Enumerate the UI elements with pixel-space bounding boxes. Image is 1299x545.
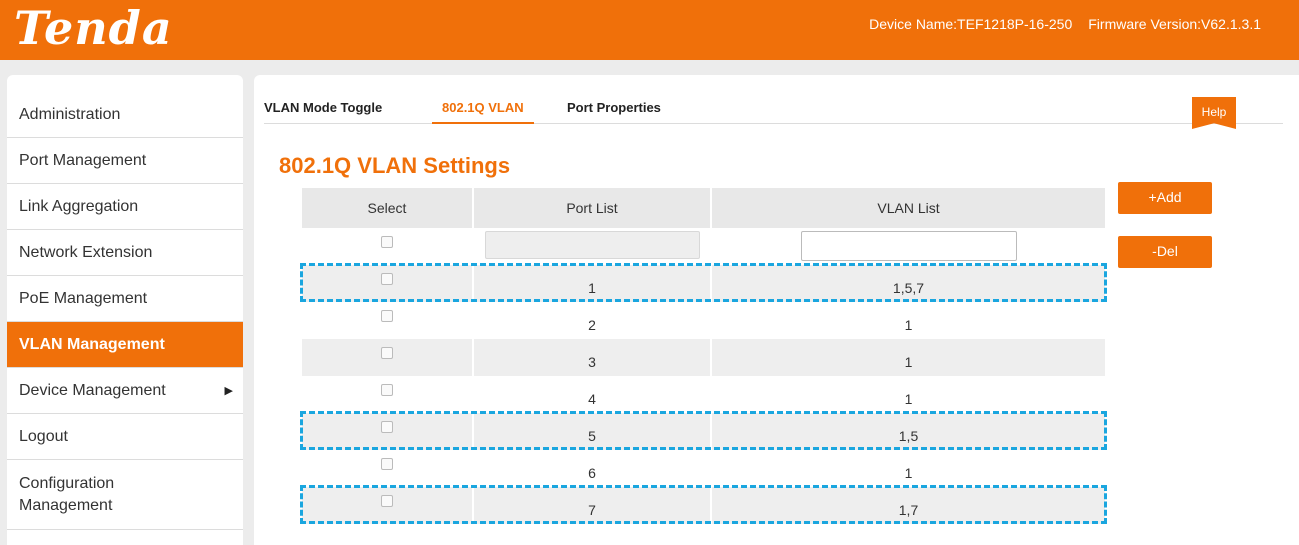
port-list-input[interactable] [484,230,700,259]
sidebar-item-label: VLAN Management [19,335,165,353]
column-header-port-list: Port List [472,188,711,228]
table-row: 1 1,5,7 [302,265,1105,302]
sidebar-item-label: Device Management [19,381,166,399]
sidebar-item-link-aggregation[interactable]: Link Aggregation [7,184,243,230]
page-title: 802.1Q VLAN Settings [279,153,511,178]
sidebar-item-network-extension[interactable]: Network Extension [7,230,243,276]
sidebar-nav: Administration Port Management Link Aggr… [7,75,243,545]
tenda-logo: Tenda [14,1,173,55]
port-cell: 2 [588,316,596,333]
sidebar-item-administration[interactable]: Administration [7,75,243,138]
vlan-cell: 1 [904,316,913,333]
table-row: 7 1,7 [302,487,1105,524]
row-checkbox[interactable] [381,383,393,396]
vlan-cell: 1 [904,353,913,370]
sidebar-item-label: Logout [19,427,68,445]
table-row: 5 1,5 [302,413,1105,450]
device-name: Device Name:TEF1218P-16-250 [869,16,1073,32]
table-row: 4 1 [302,376,1105,413]
add-button[interactable]: +Add [1118,182,1212,214]
table-header-row: Select Port List VLAN List [302,188,1105,228]
row-checkbox[interactable] [381,309,393,322]
sidebar-item-label: Network Extension [19,243,153,261]
row-checkbox[interactable] [381,457,393,470]
tab-802-1q-vlan[interactable]: 802.1Q VLAN [432,99,534,124]
new-entry-row [302,228,1105,265]
table-row: 2 1 [302,302,1105,339]
vlan-cell: 1,5,7 [892,279,925,296]
sidebar-item-configuration-management[interactable]: Configuration Management [7,460,243,530]
row-checkbox[interactable] [381,272,393,285]
sidebar-item-vlan-management[interactable]: VLAN Management [7,322,243,368]
tab-bar: VLAN Mode Toggle 802.1Q VLAN Port Proper… [264,97,1283,129]
help-button[interactable]: Help [1192,97,1236,129]
delete-button[interactable]: -Del [1118,236,1212,268]
vlan-cell: 1 [904,390,913,407]
row-checkbox[interactable] [381,420,393,433]
sidebar-item-device-management[interactable]: Device Management ▶ [7,368,243,414]
sidebar-item-label: Link Aggregation [19,197,139,215]
main-panel: VLAN Mode Toggle 802.1Q VLAN Port Proper… [254,75,1299,545]
tab-port-properties[interactable]: Port Properties [567,99,661,122]
sidebar-item-label: Administration [19,105,121,123]
port-cell: 3 [588,353,596,370]
vlan-cell: 1,7 [898,501,919,518]
vlan-cell: 1,5 [898,427,919,444]
port-cell: 5 [588,427,596,444]
sidebar-item-logout[interactable]: Logout [7,414,243,460]
column-header-vlan-list: VLAN List [710,188,1105,228]
port-cell: 6 [588,464,596,481]
device-info: Device Name:TEF1218P-16-250 Firmware Vers… [869,16,1261,32]
table-row: 3 1 [302,339,1105,376]
vlan-list-input[interactable] [800,230,1017,261]
triangle-right-icon: ▶ [224,385,233,397]
sidebar-item-label: Port Management [19,151,147,169]
vlan-table: Select Port List VLAN List 1 1,5,7 2 1 3… [302,188,1105,524]
firmware-version: Firmware Version:V62.1.3.1 [1088,16,1261,32]
port-cell: 1 [588,279,596,296]
vlan-cell: 1 [904,464,913,481]
sidebar-item-poe-management[interactable]: PoE Management [7,276,243,322]
row-checkbox[interactable] [381,494,393,507]
row-checkbox[interactable] [381,346,393,359]
new-entry-checkbox[interactable] [381,235,393,248]
port-cell: 4 [588,390,596,407]
port-cell: 7 [588,501,596,518]
tab-vlan-mode-toggle[interactable]: VLAN Mode Toggle [264,99,382,122]
sidebar-item-label: PoE Management [19,289,148,307]
table-row: 6 1 [302,450,1105,487]
sidebar-item-label: Configuration Management [19,474,115,514]
top-header: Tenda Device Name:TEF1218P-16-250 Firmwar… [0,0,1299,60]
column-header-select: Select [302,188,473,228]
sidebar-item-port-management[interactable]: Port Management [7,138,243,184]
